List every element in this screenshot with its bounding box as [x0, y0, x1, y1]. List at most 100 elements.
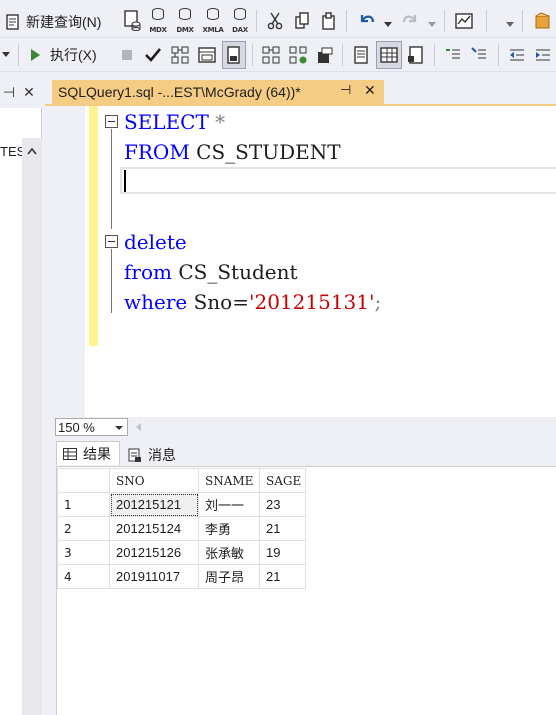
close-panel-icon[interactable]: ✕	[20, 82, 38, 102]
table-cell[interactable]: 23	[259, 492, 306, 517]
table-cell[interactable]: 刘一一	[198, 492, 260, 517]
cut-icon[interactable]	[264, 9, 286, 33]
results-to-text-icon[interactable]	[350, 43, 372, 67]
display-estimated-plan-icon[interactable]	[169, 43, 191, 67]
row-number-header	[57, 468, 110, 493]
toolbar-separator	[522, 10, 523, 32]
collapse-region-icon[interactable]	[105, 235, 118, 248]
results-to-grid-icon[interactable]	[376, 41, 402, 69]
redo-icon[interactable]	[398, 9, 422, 33]
sql-editor-toolbar: 执行(X)	[0, 38, 556, 72]
table-cell[interactable]: 21	[259, 516, 306, 541]
dmx-query-icon[interactable]: DMX	[173, 6, 197, 34]
column-header[interactable]: SNO	[109, 468, 199, 493]
editor-gutter	[52, 106, 85, 417]
row-number[interactable]: 4	[57, 564, 110, 589]
table-cell[interactable]: 201215121	[109, 492, 199, 517]
live-query-statistics-icon[interactable]	[287, 43, 309, 67]
fold-guide	[111, 129, 112, 229]
xmla-query-icon[interactable]: XMLA	[200, 6, 226, 34]
toolbar-separator	[498, 44, 499, 66]
code-line-2: FROM CS_STUDENT	[124, 140, 341, 164]
dax-query-icon[interactable]: DAX	[228, 6, 252, 34]
undo-dropdown-chevron-icon[interactable]	[382, 13, 394, 37]
table-cell[interactable]: 21	[259, 564, 306, 589]
comment-lines-icon[interactable]	[442, 43, 464, 67]
decrease-indent-icon[interactable]	[506, 43, 528, 67]
code-line-5: delete	[124, 230, 187, 254]
solution-explorer-icon[interactable]	[530, 9, 554, 33]
table-row: 2 201215124 李勇 21	[57, 516, 306, 541]
tab-results-label: 结果	[83, 445, 111, 462]
toolbar-separator	[252, 44, 253, 66]
tab-close-icon[interactable]: ✕	[364, 82, 376, 99]
execute-button[interactable]: 执行(X)	[28, 43, 97, 67]
cancel-query-stop-icon[interactable]	[118, 43, 136, 67]
tab-results[interactable]: 结果	[56, 441, 120, 465]
grid-results-icon	[63, 447, 77, 460]
paste-icon[interactable]	[318, 9, 340, 33]
include-actual-plan-icon[interactable]	[260, 43, 282, 67]
fold-guide	[111, 249, 112, 313]
standard-toolbar: 新建查询(N) MDX DMX XMLA DAX	[0, 0, 556, 38]
toolbar-separator	[342, 44, 343, 66]
row-number[interactable]: 1	[57, 492, 110, 517]
zoom-dropdown-chevron-icon	[115, 426, 123, 430]
table-cell[interactable]: 201215126	[109, 540, 199, 565]
uncomment-lines-icon[interactable]	[468, 43, 490, 67]
tab-pin-icon[interactable]: ⊣	[340, 82, 351, 98]
new-query-icon[interactable]	[2, 10, 24, 34]
column-header[interactable]: SAGE	[259, 468, 306, 493]
text-caret	[124, 170, 126, 192]
row-number[interactable]: 2	[57, 516, 110, 541]
column-header[interactable]: SNAME	[198, 468, 260, 493]
results-table: SNO SNAME SAGE 1 201215121 刘一一 23 2 2012…	[57, 468, 306, 589]
mdx-query-icon[interactable]: MDX	[146, 6, 170, 34]
results-to-file-icon[interactable]	[405, 43, 427, 67]
table-row: 3 201215126 张承敏 19	[57, 540, 306, 565]
change-tracking-margin	[89, 106, 98, 346]
toolbar-overflow-chevron-icon[interactable]	[504, 13, 516, 37]
zoom-value: 150 %	[58, 419, 95, 435]
increase-indent-icon[interactable]	[532, 43, 554, 67]
copy-icon[interactable]	[291, 9, 313, 33]
table-cell[interactable]: 李勇	[198, 516, 260, 541]
database-engine-query-icon[interactable]	[119, 8, 145, 32]
undo-icon[interactable]	[355, 9, 379, 33]
specify-template-values-icon[interactable]	[222, 41, 246, 69]
scroll-left-arrow-icon[interactable]	[132, 419, 146, 435]
object-explorer-scrollbar[interactable]	[22, 138, 42, 715]
messages-icon	[128, 448, 141, 462]
table-cell[interactable]: 201215124	[109, 516, 199, 541]
pin-icon[interactable]: ⊣	[0, 82, 18, 102]
redo-dropdown-chevron-icon[interactable]	[426, 13, 438, 37]
tab-messages-label: 消息	[148, 447, 176, 463]
toolbar-separator	[434, 44, 435, 66]
table-row: 4 201911017 周子昂 21	[57, 564, 306, 589]
code-line-1: SELECT *	[124, 110, 226, 134]
database-dropdown-chevron-icon[interactable]	[0, 43, 12, 67]
table-cell[interactable]: 201911017	[109, 564, 199, 589]
parse-checkmark-icon[interactable]	[142, 43, 164, 67]
tab-sqlquery1[interactable]: SQLQuery1.sql -...EST\McGrady (64))* ⊣ ✕	[52, 80, 384, 104]
object-explorer-header: ⊣ ✕	[0, 80, 45, 104]
table-cell[interactable]: 19	[259, 540, 306, 565]
scroll-up-chevron-icon[interactable]	[22, 142, 42, 160]
execute-play-icon	[31, 49, 40, 61]
query-designer-icon[interactable]	[196, 43, 218, 67]
table-cell[interactable]: 张承敏	[198, 540, 260, 565]
toolbar-separator	[256, 10, 257, 32]
zoom-select[interactable]: 150 %	[55, 418, 128, 436]
ssms-window: 新建查询(N) MDX DMX XMLA DAX 执行(X) ⊣ ✕ TES S…	[0, 0, 556, 715]
activity-monitor-icon[interactable]	[452, 9, 476, 33]
tab-messages[interactable]: 消息	[124, 443, 182, 467]
tab-title: SQLQuery1.sql -...EST\McGrady (64))*	[58, 84, 301, 100]
execute-label: 执行(X)	[50, 47, 97, 63]
row-number[interactable]: 3	[57, 540, 110, 565]
collapse-region-icon[interactable]	[105, 115, 118, 128]
new-query-button[interactable]: 新建查询(N)	[26, 10, 101, 34]
client-statistics-icon[interactable]	[314, 43, 336, 67]
table-cell[interactable]: 周子昂	[198, 564, 260, 589]
code-line-7: where Sno='201215131';	[124, 290, 382, 314]
toolbar-separator	[18, 44, 19, 66]
